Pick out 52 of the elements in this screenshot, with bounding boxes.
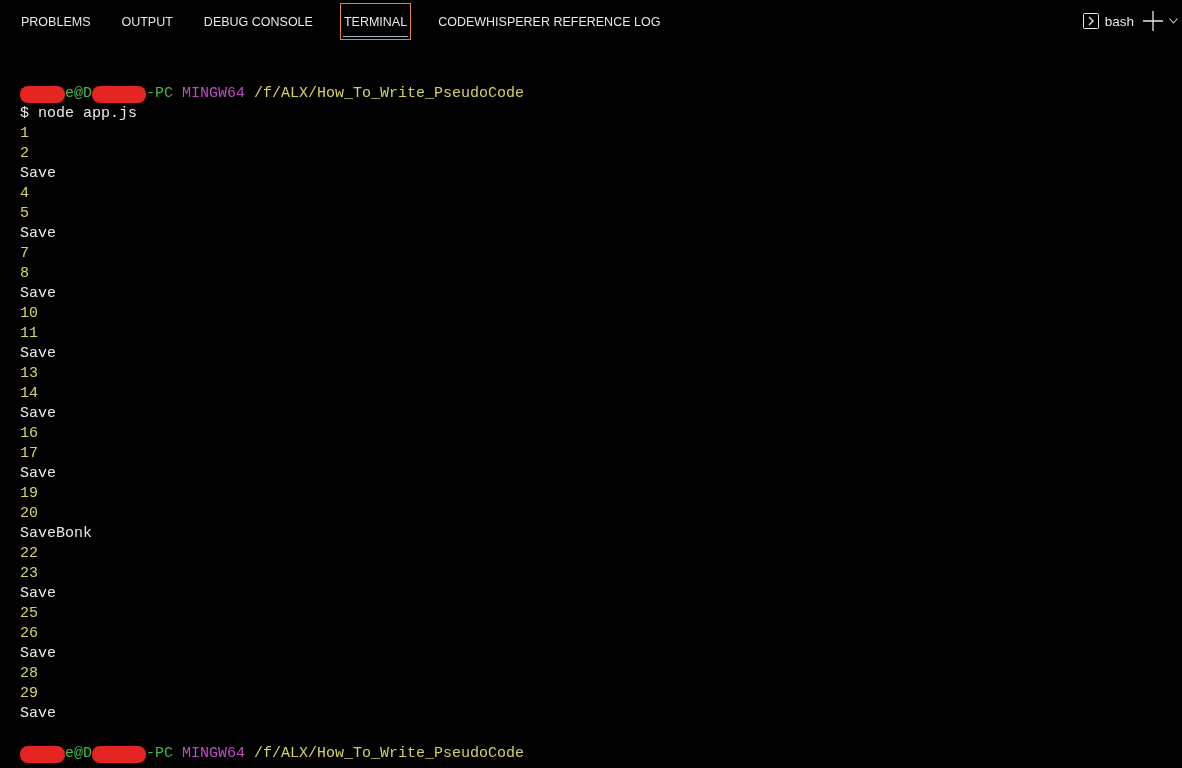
output-number: 11 <box>20 324 38 344</box>
prompt-system: MINGW64 <box>182 744 246 764</box>
output-number: 23 <box>20 564 38 584</box>
panel-tab[interactable]: DEBUG CONSOLE <box>199 3 317 40</box>
output-number: 25 <box>20 604 38 624</box>
output-number: 16 <box>20 424 38 444</box>
output-number: 14 <box>20 384 38 404</box>
output-number: 19 <box>20 484 38 504</box>
output-number: 2 <box>20 144 29 164</box>
output-number: 1 <box>20 124 29 144</box>
output-number: 29 <box>20 684 38 704</box>
output-number: 5 <box>20 204 29 224</box>
terminal-icon <box>1082 13 1099 29</box>
redaction-blob <box>20 745 65 763</box>
output-number: 20 <box>20 504 38 524</box>
output-text: Save <box>20 164 56 184</box>
prompt-path: /f/ALX/How_To_Write_PseudoCode <box>254 84 525 104</box>
output-number: 8 <box>20 264 29 284</box>
output-number: 13 <box>20 364 38 384</box>
output-number: 26 <box>20 624 38 644</box>
panel-tab[interactable]: CODEWHISPERER REFERENCE LOG <box>434 3 665 40</box>
chevron-down-icon[interactable] <box>1169 18 1178 24</box>
output-number: 22 <box>20 544 38 564</box>
prompt-user-host: e@D <box>65 744 92 764</box>
output-number: 28 <box>20 664 38 684</box>
output-text: SaveBonk <box>20 524 92 544</box>
prompt-system: MINGW64 <box>182 84 246 104</box>
redaction-blob <box>92 85 146 103</box>
prompt-path: /f/ALX/How_To_Write_PseudoCode <box>254 744 525 764</box>
output-number: 17 <box>20 444 38 464</box>
output-number: 4 <box>20 184 29 204</box>
output-text: Save <box>20 644 56 664</box>
output-number: 10 <box>20 304 38 324</box>
panel-tab[interactable]: OUTPUT <box>117 3 177 40</box>
add-terminal-icon[interactable] <box>1143 11 1163 31</box>
output-text: Save <box>20 404 56 424</box>
shell-selector[interactable]: bash <box>1082 13 1134 29</box>
prompt-user-host: e@D <box>65 84 92 104</box>
output-text: Save <box>20 224 56 244</box>
prompt-user-host: -PC <box>146 84 174 104</box>
redaction-blob <box>20 85 65 103</box>
output-text: Save <box>20 344 56 364</box>
command-line: $ node app.js <box>20 104 138 124</box>
output-text: Save <box>20 584 56 604</box>
redaction-blob <box>92 745 146 763</box>
panel-tab[interactable]: PROBLEMS <box>17 3 95 40</box>
panel-tab[interactable]: TERMINAL <box>339 3 412 40</box>
output-number: 7 <box>20 244 29 264</box>
output-text: Save <box>20 704 56 724</box>
output-text: Save <box>20 464 56 484</box>
output-text: Save <box>20 284 56 304</box>
prompt-user-host: -PC <box>146 744 174 764</box>
